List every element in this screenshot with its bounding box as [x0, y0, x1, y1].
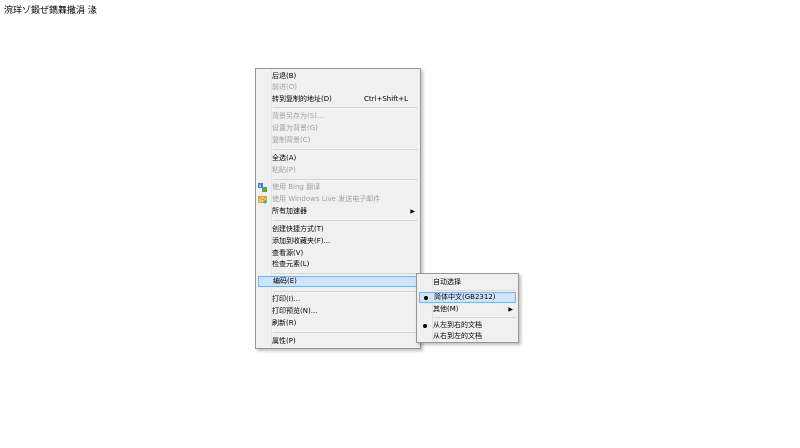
menu-item-create-shortcut[interactable]: 创建快捷方式(T) — [258, 224, 418, 235]
menu-item-label: 前进(O) — [272, 83, 297, 91]
submenu-arrow-icon: ▶ — [410, 208, 415, 215]
menu-item-goto-copied-address[interactable]: 转到复制的地址(D) Ctrl+Shift+L — [258, 94, 418, 105]
menu-separator — [273, 107, 418, 108]
menu-item-set-background[interactable]: 设置为背景(G) — [258, 123, 418, 134]
menu-item-encoding[interactable]: 编码(E) — [258, 276, 417, 287]
menu-item-label: 刷新(R) — [272, 319, 297, 327]
menu-item-windows-live-mail[interactable]: 使用 Windows Live 发送电子邮件 — [258, 194, 418, 205]
bing-translate-icon: a — [258, 183, 267, 192]
menu-item-label: 自动选择 — [433, 278, 461, 286]
menu-item-label: 背景另存为(S)... — [272, 112, 324, 120]
menu-item-bing-translate[interactable]: a 使用 Bing 翻译 — [258, 182, 418, 193]
menu-item-label: 其他(M) — [433, 305, 459, 313]
menu-item-label: 从左到右的文档 — [433, 321, 482, 329]
menu-item-label: 检查元素(L) — [272, 260, 310, 268]
menu-item-left-to-right[interactable]: 从左到右的文档 — [419, 320, 516, 331]
selected-bullet-icon — [423, 324, 427, 328]
mail-icon — [258, 196, 267, 204]
menu-item-label: 后退(B) — [272, 72, 297, 80]
menu-item-refresh[interactable]: 刷新(R) — [258, 318, 418, 329]
menu-item-all-accelerators[interactable]: 所有加速器 ▶ — [258, 206, 418, 217]
menu-item-label: 打印(I)... — [272, 295, 301, 303]
menu-item-label: 从右到左的文档 — [433, 332, 482, 340]
menu-separator — [273, 179, 418, 180]
menu-item-save-background[interactable]: 背景另存为(S)... — [258, 111, 418, 122]
menu-item-inspect-element[interactable]: 检查元素(L) — [258, 259, 418, 270]
menu-item-label: 转到复制的地址(D) — [272, 95, 332, 103]
menu-item-label: 全选(A) — [272, 154, 297, 162]
menu-separator — [273, 273, 418, 274]
menu-item-label: 粘贴(P) — [272, 166, 296, 174]
menu-separator — [273, 220, 418, 221]
menu-item-label: 创建快捷方式(T) — [272, 225, 324, 233]
garbled-page-text: 涴珜ゾ鍛ぜ鐫橆撒涓 湪 — [4, 6, 97, 16]
submenu-arrow-icon: ▶ — [508, 306, 513, 313]
menu-item-other-encoding[interactable]: 其他(M) ▶ — [419, 304, 516, 315]
menu-separator — [434, 317, 516, 318]
menu-item-label: 设置为背景(G) — [272, 124, 318, 132]
menu-item-label: 打印预览(N)... — [272, 307, 318, 315]
menu-item-print-preview[interactable]: 打印预览(N)... — [258, 306, 418, 317]
menu-item-label: 使用 Bing 翻译 — [272, 183, 321, 191]
menu-separator — [273, 332, 418, 333]
menu-separator — [273, 149, 418, 150]
menu-item-label: 所有加速器 — [272, 207, 307, 215]
menu-item-label: 简体中文(GB2312) — [434, 293, 496, 301]
menu-item-forward[interactable]: 前进(O) — [258, 82, 418, 93]
menu-item-right-to-left[interactable]: 从右到左的文档 — [419, 331, 516, 342]
selected-bullet-icon — [424, 296, 428, 300]
menu-separator — [434, 290, 516, 291]
menu-item-select-all[interactable]: 全选(A) — [258, 153, 418, 164]
context-menu: 后退(B) 前进(O) 转到复制的地址(D) Ctrl+Shift+L 背景另存… — [255, 68, 421, 349]
menu-item-properties[interactable]: 属性(P) — [258, 336, 418, 347]
menu-item-gb2312[interactable]: 简体中文(GB2312) — [419, 292, 516, 303]
menu-item-add-to-favorites[interactable]: 添加到收藏夹(F)... — [258, 236, 418, 247]
menu-item-label: 属性(P) — [272, 337, 296, 345]
menu-item-label: 添加到收藏夹(F)... — [272, 237, 331, 245]
menu-item-auto-select[interactable]: 自动选择 — [419, 277, 516, 288]
menu-item-copy-background[interactable]: 复制背景(C) — [258, 135, 418, 146]
encoding-submenu: 自动选择 简体中文(GB2312) 其他(M) ▶ 从左到右的文档 从右到左的文… — [416, 273, 519, 343]
menu-item-print[interactable]: 打印(I)... — [258, 294, 418, 305]
menu-item-back[interactable]: 后退(B) — [258, 71, 418, 82]
menu-item-paste[interactable]: 粘贴(P) — [258, 165, 418, 176]
menu-item-label: 复制背景(C) — [272, 136, 311, 144]
menu-item-shortcut: Ctrl+Shift+L — [364, 95, 408, 103]
menu-item-label: 使用 Windows Live 发送电子邮件 — [272, 195, 381, 203]
menu-item-label: 编码(E) — [273, 277, 297, 285]
menu-item-view-source[interactable]: 查看源(V) — [258, 248, 418, 259]
menu-item-label: 查看源(V) — [272, 249, 304, 257]
menu-separator — [273, 291, 418, 292]
